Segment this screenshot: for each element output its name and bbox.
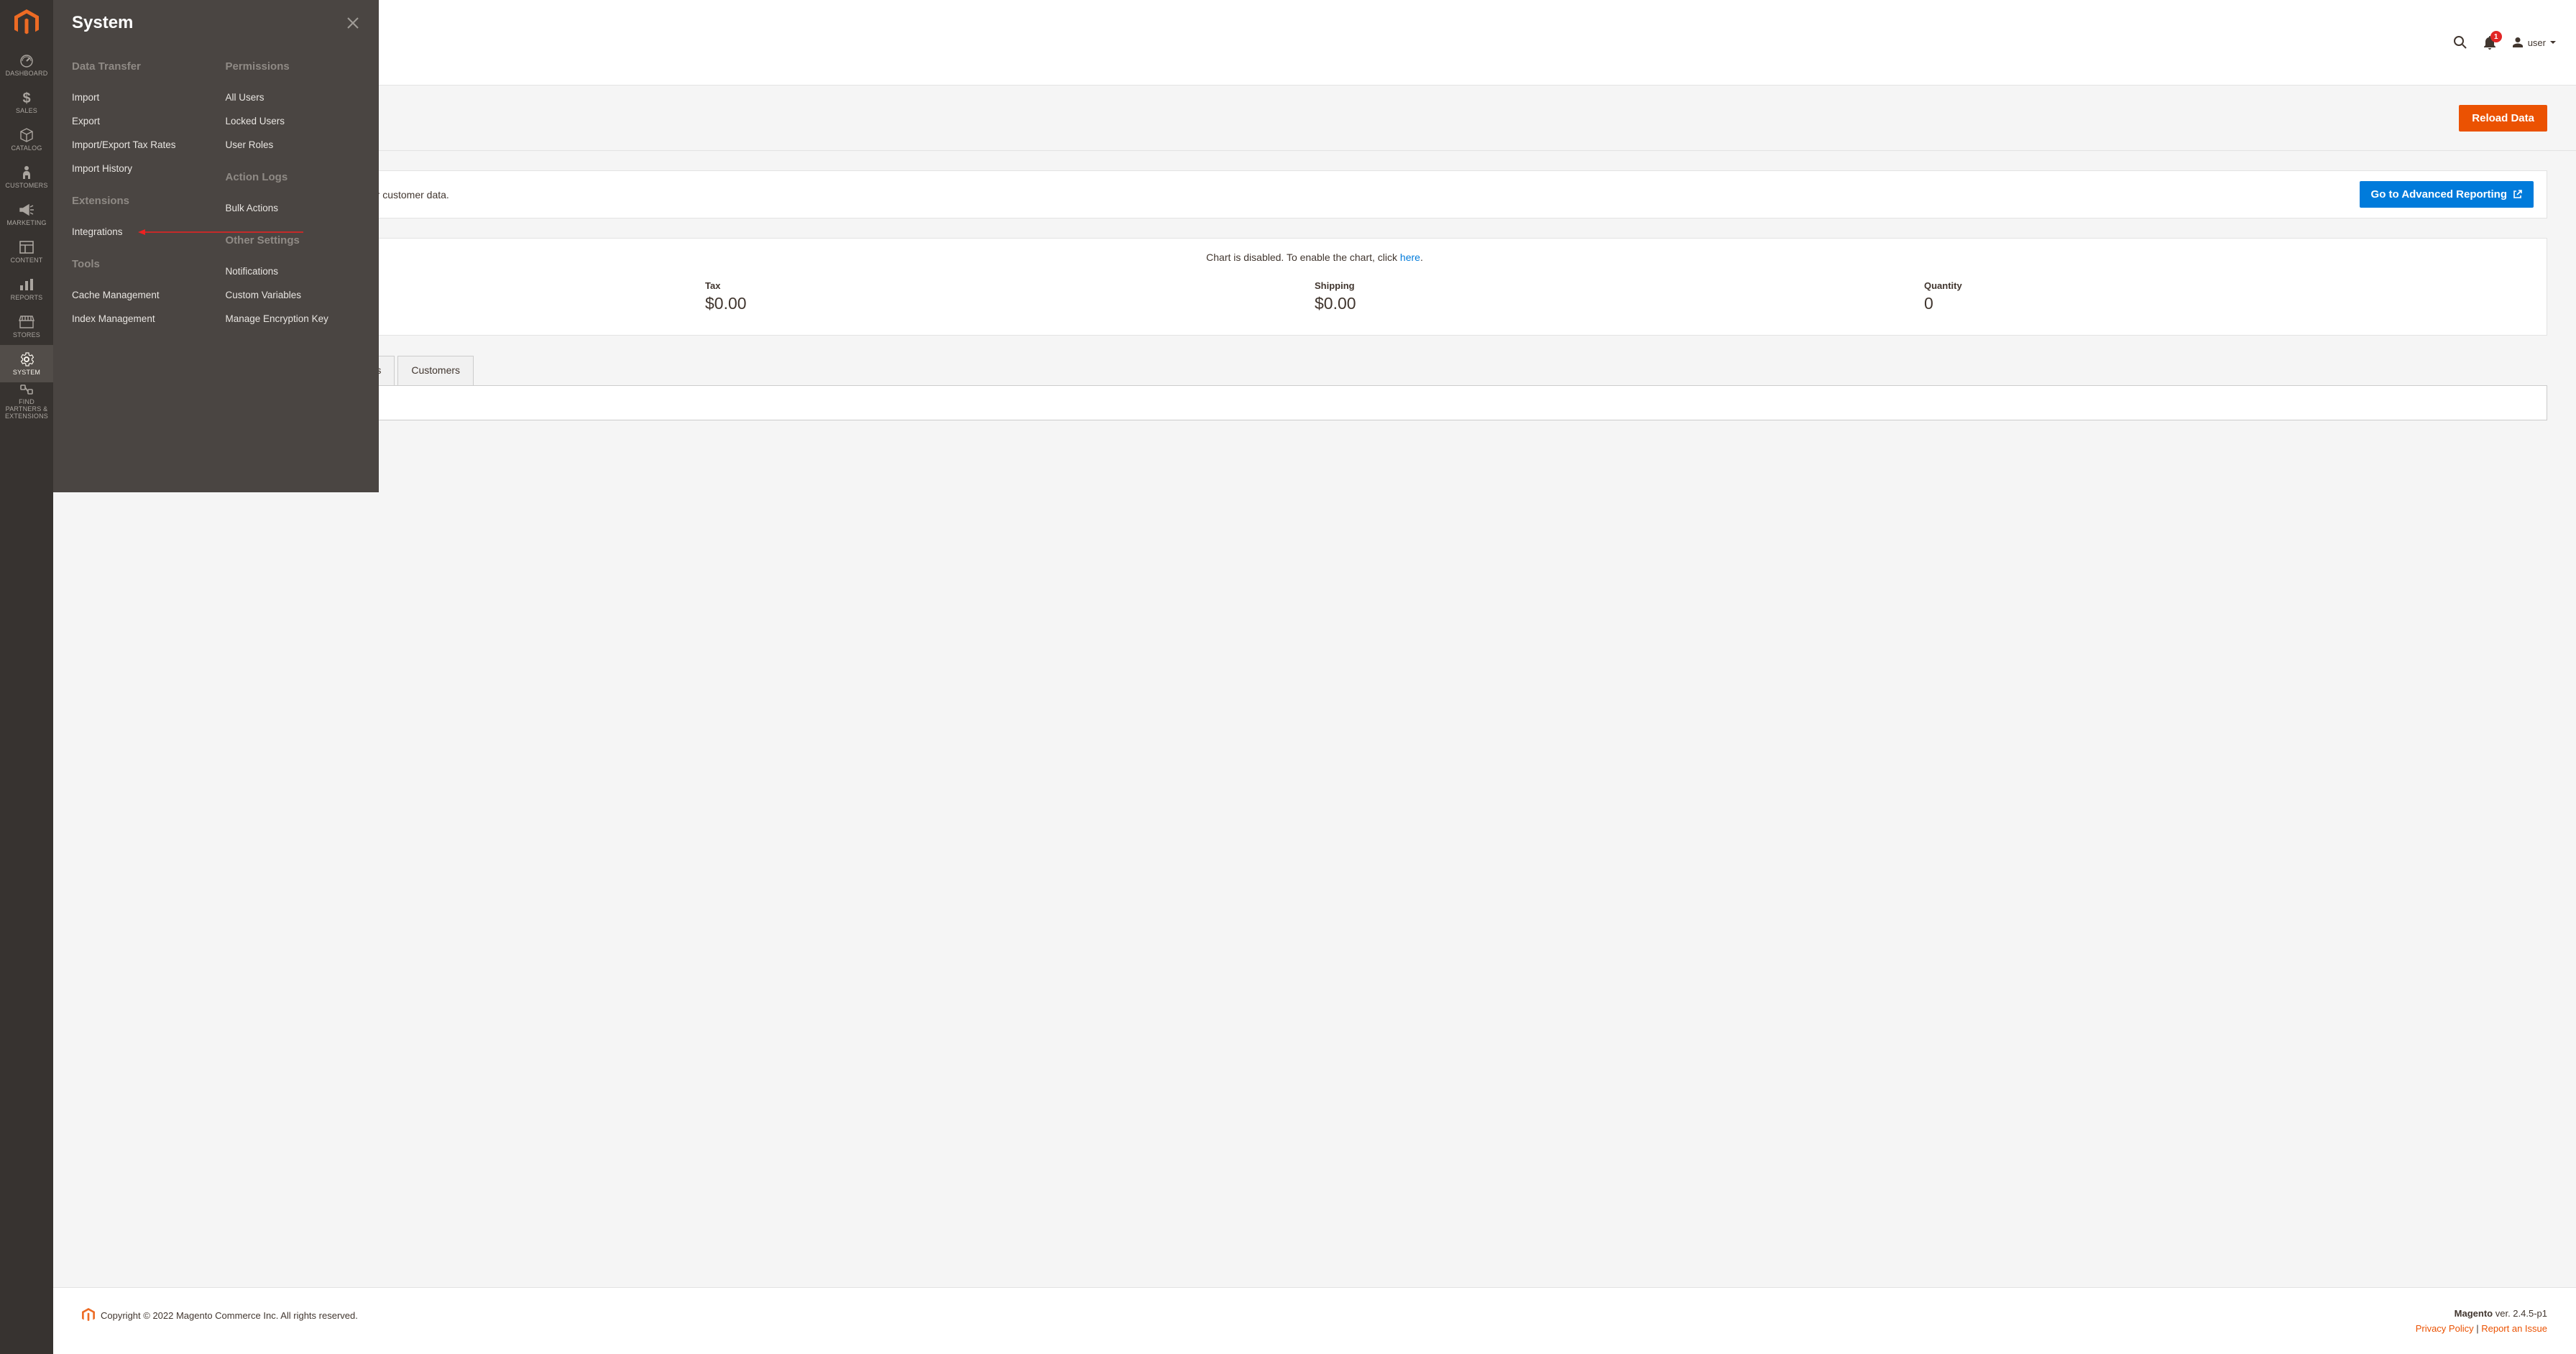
- flyout-group-extensions: Extensions: [72, 195, 211, 207]
- flyout-link-import-history[interactable]: Import History: [72, 157, 211, 180]
- user-menu[interactable]: user: [2512, 37, 2556, 48]
- cube-icon: [19, 127, 34, 143]
- external-link-icon: [2513, 190, 2522, 199]
- bars-icon: [19, 277, 34, 293]
- flyout-group-data-transfer: Data Transfer: [72, 60, 211, 73]
- sidebar-item-catalog[interactable]: CATALOG: [0, 121, 53, 158]
- sidebar-item-system[interactable]: SYSTEM: [0, 345, 53, 382]
- sidebar-item-label: CONTENT: [11, 257, 43, 264]
- sidebar-item-reports[interactable]: REPORTS: [0, 270, 53, 308]
- stat-quantity: Quantity 0: [1924, 280, 2534, 313]
- close-icon[interactable]: [346, 16, 360, 30]
- sidebar-item-label: STORES: [13, 331, 40, 338]
- flyout-link-notifications[interactable]: Notifications: [226, 259, 365, 283]
- notifications-icon[interactable]: 1: [2483, 35, 2496, 50]
- sidebar-item-customers[interactable]: CUSTOMERS: [0, 158, 53, 195]
- tab-customers[interactable]: Customers: [397, 356, 474, 386]
- search-icon[interactable]: [2453, 35, 2467, 50]
- dashboard-stats: Chart is disabled. To enable the chart, …: [82, 238, 2547, 336]
- sidebar-item-label: CUSTOMERS: [5, 182, 47, 189]
- privacy-policy-link[interactable]: Privacy Policy: [2416, 1323, 2474, 1334]
- svg-text:$: $: [22, 91, 30, 106]
- advanced-reporting-button[interactable]: Go to Advanced Reporting: [2360, 181, 2534, 208]
- stat-label: Shipping: [1315, 280, 1924, 291]
- flyout-link-custom-variables[interactable]: Custom Variables: [226, 283, 365, 307]
- tabpanel: We couldn't find any records.: [82, 385, 2547, 420]
- sidebar-item-find-partners-extensions[interactable]: FIND PARTNERS & EXTENSIONS: [0, 382, 53, 420]
- sidebar-item-label: DASHBOARD: [6, 70, 48, 77]
- brand-logo[interactable]: [0, 0, 53, 46]
- stat-value: $0.00: [705, 294, 1315, 313]
- page-footer: Copyright © 2022 Magento Commerce Inc. A…: [53, 1287, 2576, 1354]
- stat-value: $0.00: [1315, 294, 1924, 313]
- flyout-link-all-users[interactable]: All Users: [226, 86, 365, 109]
- advanced-reporting-button-label: Go to Advanced Reporting: [2371, 188, 2507, 201]
- reload-data-button[interactable]: Reload Data: [2459, 105, 2547, 132]
- stat-label: Tax: [705, 280, 1315, 291]
- chevron-down-icon: [2550, 40, 2556, 45]
- flyout-group-permissions: Permissions: [226, 60, 365, 73]
- annotation-arrow-icon: [138, 229, 303, 236]
- sidebar-item-content[interactable]: CONTENT: [0, 233, 53, 270]
- flyout-link-cache-management[interactable]: Cache Management: [72, 283, 211, 307]
- advanced-reporting-card: ur dynamic product, order, and customer …: [82, 170, 2547, 218]
- magento-footer-logo-icon: [82, 1308, 95, 1322]
- dollar-icon: $: [20, 90, 33, 106]
- main-sidebar: DASHBOARD $SALES CATALOG CUSTOMERS MARKETING…: [0, 0, 53, 1354]
- sidebar-item-label: MARKETING: [6, 219, 46, 226]
- sidebar-item-label: CATALOG: [11, 144, 42, 152]
- storefront-icon: [19, 314, 34, 330]
- flyout-link-import[interactable]: Import: [72, 86, 211, 109]
- sidebar-item-marketing[interactable]: MARKETING: [0, 195, 53, 233]
- flyout-link-export[interactable]: Export: [72, 109, 211, 133]
- sidebar-item-dashboard[interactable]: DASHBOARD: [0, 46, 53, 83]
- stat-tax: Tax $0.00: [705, 280, 1315, 313]
- magento-logo-icon: [14, 9, 39, 37]
- copyright-text: Copyright © 2022 Magento Commerce Inc. A…: [101, 1310, 358, 1321]
- gear-icon: [19, 351, 34, 367]
- flyout-link-user-roles[interactable]: User Roles: [226, 133, 365, 157]
- stat-label: Quantity: [1924, 280, 2534, 291]
- megaphone-icon: [19, 202, 34, 218]
- toolbar: Reload Data: [53, 86, 2576, 151]
- chart-disabled-message: Chart is disabled. To enable the chart, …: [96, 252, 2534, 263]
- stat-value: 0: [1924, 294, 2534, 313]
- page-header: 1 user: [53, 0, 2576, 86]
- flyout-group-action-logs: Action Logs: [226, 171, 365, 183]
- user-label: user: [2528, 37, 2546, 48]
- sidebar-item-label: REPORTS: [11, 294, 43, 301]
- flyout-link-bulk-actions[interactable]: Bulk Actions: [226, 196, 365, 220]
- sidebar-item-stores[interactable]: STORES: [0, 308, 53, 345]
- blocks-icon: [19, 239, 34, 255]
- stat-shipping: Shipping $0.00: [1315, 280, 1924, 313]
- link-icon: [19, 382, 34, 397]
- sidebar-item-label: SALES: [16, 107, 37, 114]
- flyout-link-manage-encryption-key[interactable]: Manage Encryption Key: [226, 307, 365, 331]
- flyout-link-locked-users[interactable]: Locked Users: [226, 109, 365, 133]
- sidebar-item-label: FIND PARTNERS & EXTENSIONS: [0, 398, 53, 420]
- dashboard-icon: [19, 52, 34, 68]
- chart-enable-link[interactable]: here: [1400, 252, 1420, 263]
- flyout-group-other-settings: Other Settings: [226, 234, 365, 247]
- flyout-group-tools: Tools: [72, 258, 211, 270]
- flyout-link-index-management[interactable]: Index Management: [72, 307, 211, 331]
- dashboard-tabs: BestsellersMost Viewed ProductsNew Custo…: [82, 356, 2547, 420]
- user-icon: [2512, 37, 2524, 48]
- system-flyout: System Data Transfer ImportExportImport/E…: [53, 0, 379, 492]
- flyout-link-integrations[interactable]: Integrations: [72, 220, 211, 244]
- report-issue-link[interactable]: Report an Issue: [2481, 1323, 2547, 1334]
- sidebar-item-label: SYSTEM: [13, 369, 40, 376]
- flyout-link-import-export-tax-rates[interactable]: Import/Export Tax Rates: [72, 133, 211, 157]
- notification-badge: 1: [2490, 31, 2502, 42]
- flyout-title: System: [72, 13, 133, 33]
- sidebar-item-sales[interactable]: $SALES: [0, 83, 53, 121]
- person-icon: [22, 165, 32, 180]
